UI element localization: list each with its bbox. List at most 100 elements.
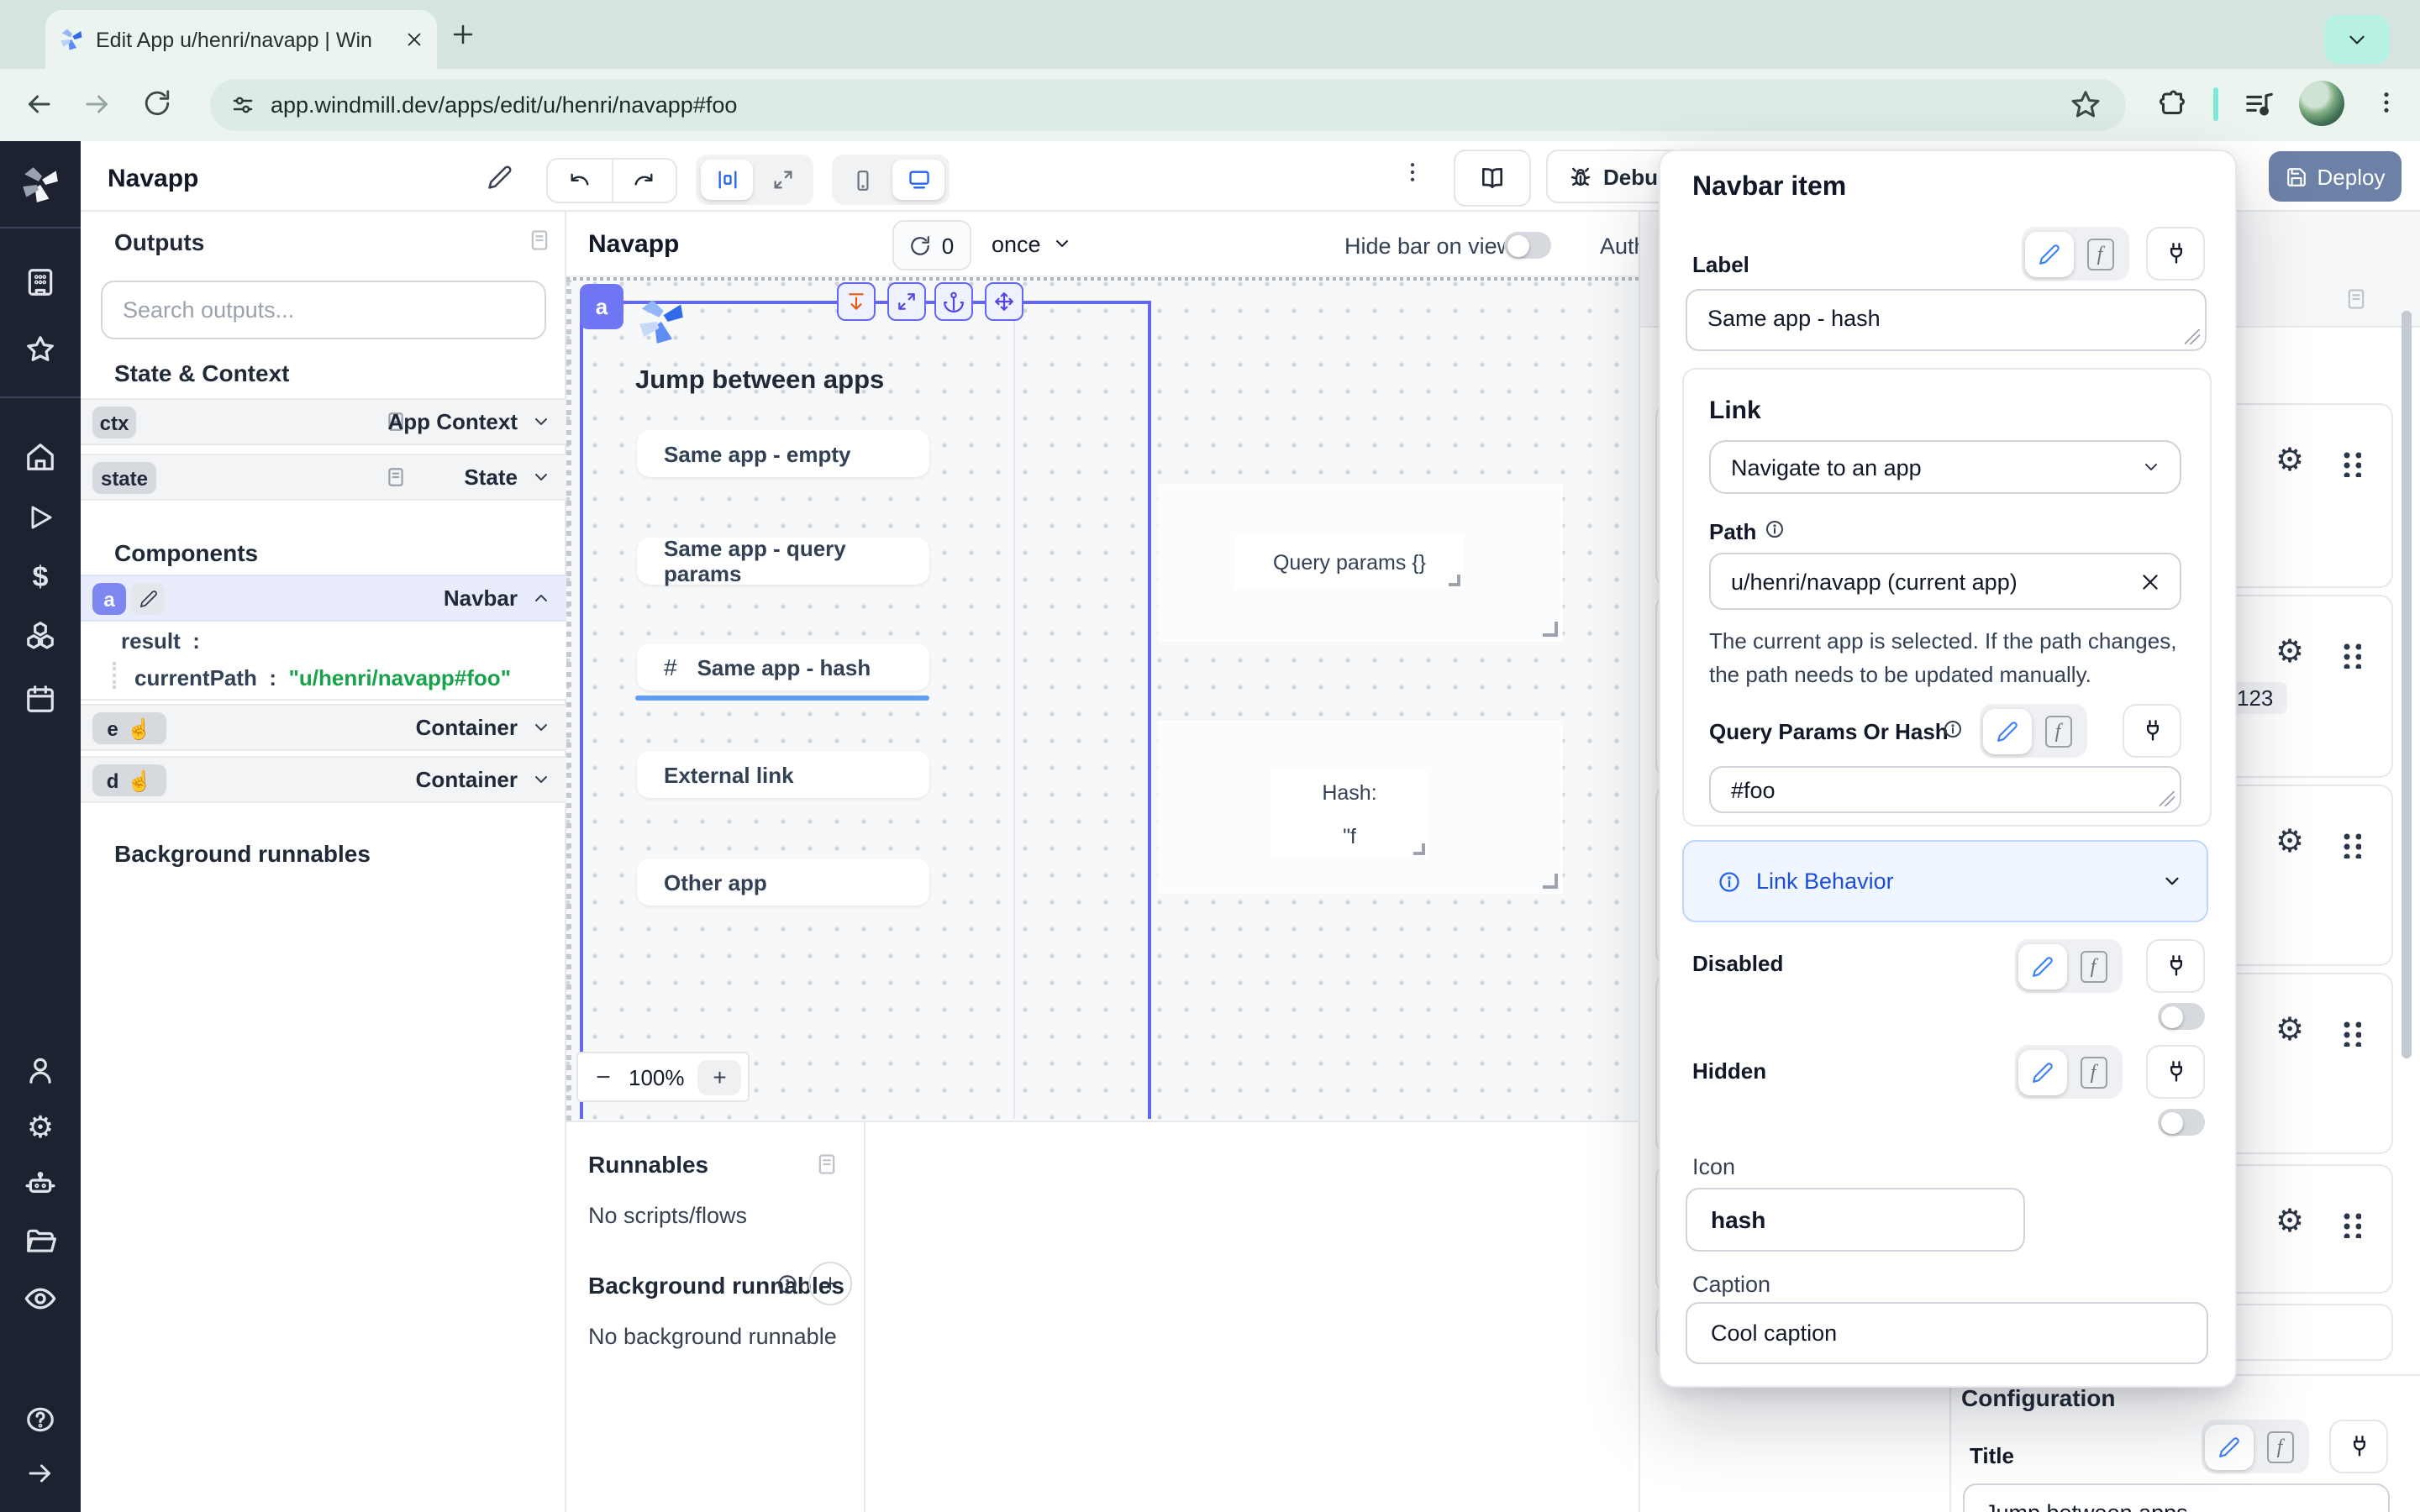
nav-item-same-app-hash[interactable]: # Same app - hash xyxy=(637,643,929,690)
clear-path-icon[interactable] xyxy=(2139,570,2161,592)
bg-runnables-info-icon[interactable] xyxy=(776,1273,798,1295)
bookmark-star-icon[interactable] xyxy=(2070,89,2101,119)
card-drag-handle[interactable] xyxy=(2339,640,2361,669)
expand-component-button[interactable] xyxy=(887,282,926,321)
caption-input[interactable]: Cool caption xyxy=(1686,1302,2208,1364)
container-d-chevron-down-icon[interactable] xyxy=(531,769,551,790)
nav-item-other-app[interactable]: Other app xyxy=(637,858,929,906)
disabled-toggle[interactable] xyxy=(2158,1003,2205,1030)
sidebar-item-workers-icon[interactable] xyxy=(24,1168,57,1201)
sidebar-item-apps-icon[interactable] xyxy=(24,266,56,298)
redo-button[interactable] xyxy=(613,160,676,202)
expand-down-button[interactable] xyxy=(837,282,876,321)
hidden-connect-icon[interactable] xyxy=(2146,1045,2205,1099)
zoom-in-button[interactable]: + xyxy=(698,1059,742,1095)
sidebar-item-folders-icon[interactable] xyxy=(24,1226,56,1257)
nav-item-external-link[interactable]: External link xyxy=(637,751,929,798)
static-mode-pencil-icon[interactable] xyxy=(1983,708,2032,753)
query-textarea[interactable]: #foo xyxy=(1709,766,2181,813)
function-mode-icon[interactable]: f xyxy=(2069,1049,2118,1095)
hide-bar-toggle[interactable] xyxy=(1504,232,1551,259)
static-mode-pencil-icon[interactable] xyxy=(2018,1049,2067,1095)
refresh-count-button[interactable]: 0 xyxy=(892,220,971,270)
navbar-edit-icon[interactable] xyxy=(131,583,165,615)
container-d-row[interactable]: d☝ Container xyxy=(81,756,566,803)
selected-component-tag[interactable]: a xyxy=(580,284,623,329)
function-mode-icon[interactable]: f xyxy=(2069,943,2118,989)
browser-menu-icon[interactable] xyxy=(2373,89,2400,116)
function-mode-icon[interactable]: f xyxy=(2075,231,2124,276)
collapse-rail-icon[interactable] xyxy=(25,1458,55,1488)
card-settings-icon[interactable]: ⚙ xyxy=(2275,637,2304,669)
static-mode-pencil-icon[interactable] xyxy=(2018,943,2067,989)
extensions-icon[interactable] xyxy=(2160,89,2190,119)
settings-panel-toggle-icon[interactable] xyxy=(2344,287,2368,311)
anchor-component-button[interactable] xyxy=(934,282,973,321)
move-component-button[interactable] xyxy=(985,282,1023,321)
card-settings-icon[interactable]: ⚙ xyxy=(2275,1206,2304,1238)
settings-scrollbar[interactable] xyxy=(2402,311,2412,1058)
path-info-icon[interactable] xyxy=(1765,519,1785,539)
sidebar-item-settings-icon[interactable]: ⚙ xyxy=(27,1112,54,1142)
new-tab-button[interactable] xyxy=(450,22,476,47)
link-behavior-accordion[interactable]: Link Behavior xyxy=(1682,840,2208,922)
static-mode-pencil-icon[interactable] xyxy=(2205,1424,2254,1469)
hash-textbox[interactable]: Hash:"f xyxy=(1270,771,1428,858)
state-row[interactable]: state State xyxy=(81,454,566,501)
card-drag-handle[interactable] xyxy=(2339,1210,2361,1238)
label-connect-icon[interactable] xyxy=(2146,227,2205,281)
path-input[interactable]: u/henri/navapp (current app) xyxy=(1709,553,2181,610)
more-options-icon[interactable] xyxy=(1400,160,1425,185)
center-layout-button[interactable] xyxy=(701,160,753,200)
zoom-out-button[interactable]: − xyxy=(578,1063,629,1091)
title-input[interactable]: Jump between apps xyxy=(1963,1483,2390,1512)
card-settings-icon[interactable]: ⚙ xyxy=(2275,1015,2304,1047)
function-mode-icon[interactable]: f xyxy=(2255,1424,2304,1469)
profile-avatar[interactable] xyxy=(2299,81,2344,126)
state-chevron-down-icon[interactable] xyxy=(531,467,551,487)
refresh-mode-dropdown[interactable]: once xyxy=(992,220,1073,267)
query-params-textbox[interactable]: Query params {} xyxy=(1235,534,1464,590)
outputs-panel-toggle-icon[interactable] xyxy=(528,228,551,252)
sidebar-item-home-icon[interactable] xyxy=(24,441,56,473)
icon-input[interactable]: hash xyxy=(1686,1188,2025,1252)
container-e-row[interactable]: e☝ Container xyxy=(81,704,566,751)
address-bar[interactable]: app.windmill.dev/apps/edit/u/henri/navap… xyxy=(210,79,2126,131)
title-connect-icon[interactable] xyxy=(2329,1420,2388,1473)
undo-button[interactable] xyxy=(548,160,613,202)
label-textarea[interactable]: Same app - hash xyxy=(1686,289,2207,351)
site-settings-icon[interactable] xyxy=(230,92,255,118)
card-drag-handle[interactable] xyxy=(2339,830,2361,858)
media-controls-icon[interactable] xyxy=(2244,89,2275,121)
back-button[interactable] xyxy=(24,89,54,119)
runnables-panel-toggle-icon[interactable] xyxy=(815,1152,839,1176)
navbar-component-row[interactable]: a Navbar xyxy=(81,575,566,622)
browser-tab[interactable]: Edit App u/henri/navapp | Win xyxy=(45,10,437,69)
ctx-chevron-down-icon[interactable] xyxy=(531,412,551,432)
sidebar-item-favorites-icon[interactable] xyxy=(24,333,56,365)
tab-close-icon[interactable] xyxy=(405,30,424,49)
navbar-chevron-up-icon[interactable] xyxy=(531,588,551,608)
hidden-toggle[interactable] xyxy=(2158,1109,2205,1136)
mobile-view-button[interactable] xyxy=(837,160,889,200)
card-drag-handle[interactable] xyxy=(2339,1018,2361,1047)
sidebar-item-audit-icon[interactable] xyxy=(24,1282,57,1315)
edit-title-icon[interactable] xyxy=(487,165,513,190)
sidebar-item-runs-icon[interactable] xyxy=(25,502,55,533)
sidebar-item-users-icon[interactable] xyxy=(24,1054,56,1086)
fullwidth-layout-button[interactable] xyxy=(756,160,808,200)
forward-button[interactable] xyxy=(82,89,113,119)
reload-button[interactable] xyxy=(143,89,171,118)
state-doc-icon[interactable] xyxy=(385,466,407,488)
query-params-container[interactable]: Query params {} xyxy=(1160,486,1561,640)
nav-item-same-app-empty[interactable]: Same app - empty xyxy=(637,430,929,477)
sidebar-item-resources-icon[interactable] xyxy=(24,619,56,651)
container-e-chevron-down-icon[interactable] xyxy=(531,717,551,738)
search-outputs-input[interactable] xyxy=(101,281,546,339)
disabled-connect-icon[interactable] xyxy=(2146,939,2205,993)
hash-container[interactable]: Hash:"f xyxy=(1160,722,1561,892)
ctx-row[interactable]: ctx App Context xyxy=(81,398,566,445)
help-icon[interactable] xyxy=(24,1404,56,1436)
sidebar-item-schedules-icon[interactable] xyxy=(24,683,56,715)
card-settings-icon[interactable]: ⚙ xyxy=(2275,827,2304,858)
